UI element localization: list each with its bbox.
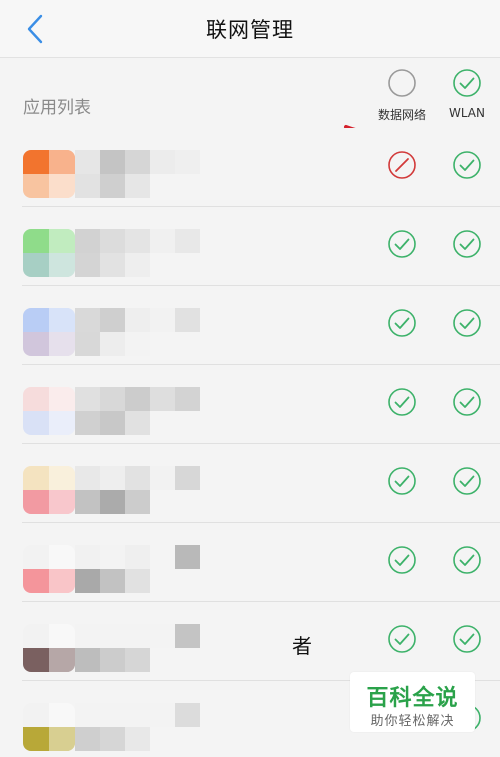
app-icon-blurred (23, 545, 75, 593)
mobile-data-toggle[interactable] (387, 466, 417, 496)
check-circle-icon (453, 230, 481, 258)
mobile-data-toggle[interactable] (387, 545, 417, 575)
nav-bar: 联网管理 (0, 0, 500, 58)
app-name-visible-fragment: 者 (292, 634, 312, 658)
app-row (0, 365, 500, 444)
wlan-toggle[interactable] (452, 229, 482, 259)
mobile-data-toggle[interactable] (387, 624, 417, 654)
app-row (0, 444, 500, 523)
mobile-data-toggle[interactable] (387, 308, 417, 338)
mobile-data-toggle[interactable] (387, 229, 417, 259)
app-name-blurred (75, 545, 205, 593)
app-icon-blurred (23, 466, 75, 514)
wlan-column-toggle[interactable]: WLAN (427, 68, 500, 120)
wlan-toggle[interactable] (452, 387, 482, 417)
app-row (0, 128, 500, 207)
app-name-blurred (75, 624, 205, 672)
app-name-blurred (75, 150, 205, 198)
mobile-data-toggle[interactable] (387, 387, 417, 417)
watermark-logo: 百科全说 助你轻松解决 (350, 672, 475, 732)
blocked-circle-icon (388, 151, 416, 179)
check-circle-icon (388, 546, 416, 574)
list-header: 应用列表 数据网络 WLAN (0, 58, 500, 128)
wlan-toggle[interactable] (452, 466, 482, 496)
page-title: 联网管理 (206, 18, 294, 42)
check-circle-icon (453, 69, 481, 97)
check-circle-icon (388, 467, 416, 495)
check-circle-icon (453, 467, 481, 495)
app-name-blurred (75, 387, 205, 435)
check-circle-icon (453, 388, 481, 416)
check-circle-icon (453, 309, 481, 337)
wlan-toggle[interactable] (452, 545, 482, 575)
app-name-blurred (75, 308, 205, 356)
app-icon-blurred (23, 387, 75, 435)
app-icon-blurred (23, 150, 75, 198)
wlan-column-label: WLAN (448, 106, 485, 120)
wlan-toggle[interactable] (452, 308, 482, 338)
app-icon-blurred (23, 229, 75, 277)
app-icon-blurred (23, 703, 75, 751)
app-row (0, 207, 500, 286)
check-circle-icon (388, 309, 416, 337)
app-row (0, 523, 500, 602)
empty-circle-icon (388, 69, 416, 97)
app-name-blurred (75, 466, 205, 514)
app-name-blurred (75, 229, 205, 277)
check-circle-icon (453, 151, 481, 179)
app-icon-blurred (23, 308, 75, 356)
list-header-label: 应用列表 (23, 98, 91, 118)
app-icon-blurred (23, 624, 75, 672)
wlan-toggle[interactable] (452, 150, 482, 180)
app-row: 者 (0, 602, 500, 681)
watermark-title: 百科全说 (366, 686, 459, 711)
watermark-subtitle: 助你轻松解决 (370, 714, 455, 729)
check-circle-icon (453, 625, 481, 653)
check-circle-icon (453, 546, 481, 574)
check-circle-icon (388, 230, 416, 258)
check-circle-icon (388, 625, 416, 653)
wlan-toggle[interactable] (452, 624, 482, 654)
mobile-data-toggle[interactable] (387, 150, 417, 180)
app-row (0, 286, 500, 365)
app-name-blurred (75, 703, 205, 751)
check-circle-icon (388, 388, 416, 416)
